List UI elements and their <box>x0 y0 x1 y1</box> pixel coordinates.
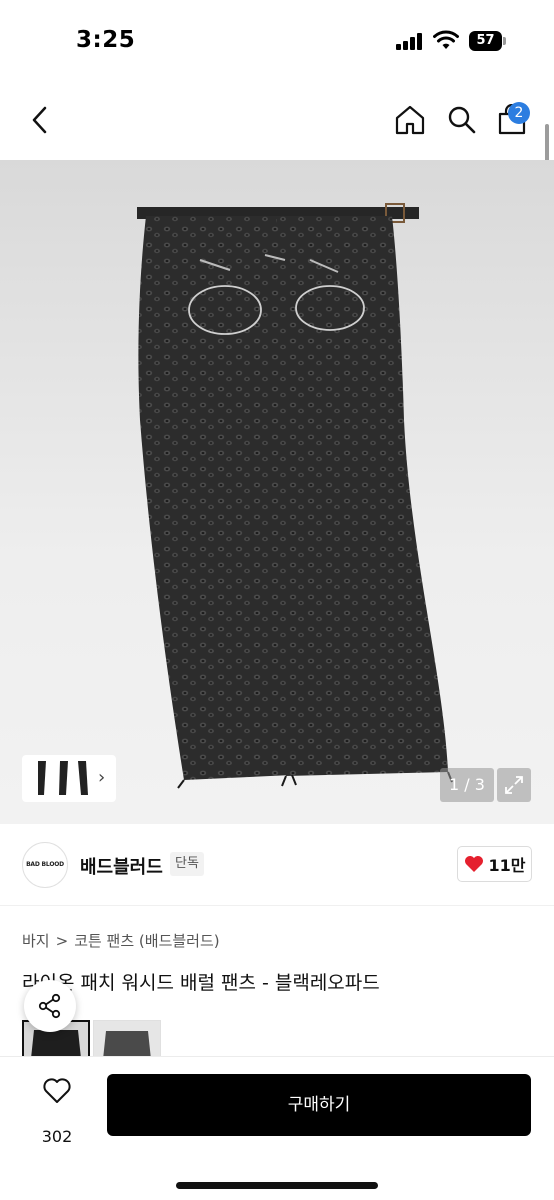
thumbnail-image <box>38 761 88 795</box>
back-icon <box>32 106 47 134</box>
search-icon <box>448 106 476 134</box>
top-navigation <box>0 84 554 160</box>
home-icon <box>395 105 425 135</box>
brand-like-button[interactable]: 11만 <box>457 846 532 882</box>
signal-icon <box>396 33 422 50</box>
share-icon <box>38 993 61 1019</box>
battery-icon: 57 <box>469 31 507 51</box>
share-button[interactable] <box>24 980 76 1032</box>
back-button[interactable] <box>22 100 58 140</box>
brand-like-count: 11만 <box>488 856 526 875</box>
product-image <box>137 203 453 789</box>
thumbnail-strip[interactable]: › <box>22 755 116 802</box>
heart-outline-icon <box>43 1078 71 1103</box>
breadcrumb-subcategory[interactable]: 코튼 팬츠 (배드블러드) <box>74 930 219 951</box>
breadcrumb-separator: > <box>55 931 69 950</box>
product-image-gallery[interactable]: › 1 / 3 <box>0 160 554 824</box>
expand-icon <box>505 776 523 794</box>
status-bar: 3:25 57 <box>0 0 554 84</box>
cart-count-badge: 2 <box>508 102 530 124</box>
brand-row: BAD BLOOD 배드블러드 단독 11만 <box>0 824 554 906</box>
buy-button[interactable]: 구매하기 <box>107 1074 531 1136</box>
heart-icon <box>464 856 483 872</box>
exclusive-badge: 단독 <box>170 852 204 876</box>
expand-button[interactable] <box>497 768 531 802</box>
battery-level: 57 <box>469 31 502 51</box>
brand-logo-text: BAD BLOOD <box>26 861 64 868</box>
status-time: 3:25 <box>76 27 136 53</box>
brand-name-link[interactable]: 배드블러드 <box>80 853 163 879</box>
chevron-right-icon: › <box>98 767 106 788</box>
home-button[interactable] <box>390 100 430 140</box>
breadcrumb: 바지 > 코튼 팬츠 (배드블러드) <box>22 930 220 951</box>
home-indicator <box>176 1182 378 1189</box>
breadcrumb-category[interactable]: 바지 <box>22 930 50 951</box>
search-button[interactable] <box>442 100 482 140</box>
wishlist-count: 302 <box>41 1127 73 1146</box>
wifi-icon <box>433 30 459 50</box>
product-title: 라이온 패치 워시드 배럴 팬츠 - 블랙레오파드 <box>22 972 380 994</box>
image-page-indicator: 1 / 3 <box>440 768 494 802</box>
wishlist-button[interactable]: 302 <box>30 1075 84 1146</box>
bottom-action-bar: 302 구매하기 <box>0 1056 554 1200</box>
brand-logo[interactable]: BAD BLOOD <box>22 842 68 888</box>
